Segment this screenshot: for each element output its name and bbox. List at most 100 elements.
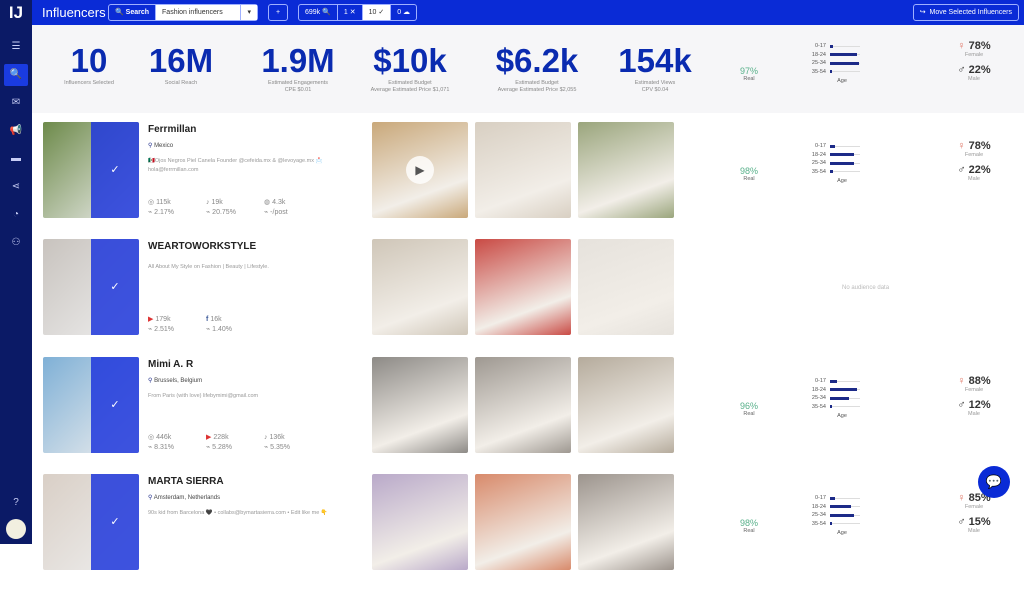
pie-chart-icon[interactable]: ◔ (4, 204, 28, 226)
age-label: 25-34 (811, 60, 826, 67)
age-bar-track (830, 505, 860, 509)
age-row: 18-24 (802, 51, 872, 60)
age-label: 25-34 (811, 160, 826, 167)
age-bar-fill (830, 405, 832, 409)
influencer-row[interactable]: ✓ WEARTOWORKSTYLE All About My Style on Fa… (32, 237, 1024, 354)
selected-count[interactable]: 10 ✓ (362, 5, 392, 20)
post-thumbnail[interactable] (578, 122, 674, 218)
tiktok-icon[interactable]: ♪ (206, 199, 210, 206)
social-metrics: ◎ 446k ⌁ 8.31% ▶ 228k ⌁ 5.28% ♪ 136k ⌁ 5.35% (148, 433, 322, 453)
excluded-count[interactable]: 1 ✕ (338, 5, 363, 20)
summary-panel: 10 Influencers Selected 16M Social Reach 1.9… (32, 25, 1024, 113)
influencer-avatar[interactable]: ✓ (43, 357, 139, 453)
age-label: 0-17 (814, 43, 826, 50)
post-thumbnail[interactable] (578, 239, 674, 335)
cards-icon[interactable]: ▬ (4, 148, 28, 170)
users-icon[interactable]: ⚇ (4, 232, 28, 254)
counters: 699k 🔍 1 ✕ 10 ✓ 0 ☁ (298, 4, 418, 21)
plus-icon: + (275, 9, 281, 16)
metric-engagement: ⌁ 2.51% (148, 325, 206, 335)
tiktok-icon[interactable]: ♪ (264, 434, 268, 441)
influencer-name[interactable]: Ferrmillan (148, 124, 196, 135)
share-icon[interactable]: ⋖ (4, 176, 28, 198)
play-icon[interactable]: ▶ (406, 156, 434, 184)
post-thumbnail[interactable] (475, 122, 571, 218)
age-row: 25-34 (802, 159, 872, 168)
influencer-avatar[interactable]: ✓ (43, 122, 139, 218)
metric-followers: ▶ 179k (148, 315, 206, 325)
gender-split: ♀ 85% Female ♂ 15% Male (944, 492, 1004, 540)
web-icon[interactable]: ◍ (264, 199, 270, 206)
age-bar-fill (830, 505, 851, 509)
post-thumbnail[interactable] (475, 474, 571, 570)
age-label: 35-54 (811, 520, 826, 527)
search-input[interactable]: Fashion influencers (156, 5, 242, 20)
real-value: 97% (739, 66, 758, 76)
stat-label: Estimated Views (634, 80, 676, 86)
selected-check-icon[interactable]: ✓ (91, 239, 139, 335)
influencer-row[interactable]: ✓ MARTA SIERRA ⚲ Amsterdam, Netherlands 90s… (32, 472, 1024, 589)
age-bar-fill (830, 61, 859, 65)
search-button[interactable]: 🔍 Search (109, 5, 157, 20)
post-thumbnail[interactable] (578, 357, 674, 453)
chat-button[interactable]: 💬 (978, 466, 1010, 498)
female-label: Female (964, 52, 984, 58)
help-icon[interactable]: ? (4, 492, 28, 514)
influencer-location: ⚲ Amsterdam, Netherlands (148, 494, 220, 501)
age-bar-fill (830, 388, 857, 392)
megaphone-icon[interactable]: 📢 (4, 120, 28, 142)
selected-check-icon[interactable]: ✓ (91, 122, 139, 218)
influencer-avatar[interactable]: ✓ (43, 239, 139, 335)
influencer-avatar[interactable]: ✓ (43, 474, 139, 570)
inbox-icon[interactable]: ✉ (4, 92, 28, 114)
selected-check-icon[interactable]: ✓ (91, 357, 139, 453)
age-label: 18-24 (811, 151, 826, 158)
facebook-icon[interactable]: f (206, 316, 208, 323)
found-count[interactable]: 699k 🔍 (299, 5, 338, 20)
age-bar-fill (830, 44, 833, 48)
age-bar-fill (830, 144, 835, 148)
female-label: Female (964, 504, 984, 510)
location-text: Mexico (154, 143, 174, 149)
chevron-down-icon[interactable]: ▾ (241, 5, 257, 20)
real-value: 96% (739, 401, 758, 411)
age-bar-fill (830, 379, 838, 383)
age-bar-fill (830, 522, 833, 526)
add-button[interactable]: + (268, 4, 288, 21)
user-avatar[interactable] (6, 519, 26, 539)
engagement-rate: 1.40% (212, 326, 233, 333)
instagram-icon[interactable]: ◎ (148, 434, 154, 441)
followers-value: 446k (156, 434, 172, 441)
female-percent: 78% (968, 40, 991, 52)
post-thumbnail[interactable] (372, 357, 468, 453)
engagement-rate: 8.31% (154, 444, 175, 451)
post-thumbnail[interactable]: ▶ (372, 122, 468, 218)
male-label: Male (968, 528, 980, 534)
age-distribution: 0-17 18-24 25-34 35-54 Age (802, 42, 872, 84)
real-label: Real (743, 76, 755, 82)
post-thumbnail[interactable] (372, 474, 468, 570)
followers-value: 19k (211, 199, 223, 206)
youtube-icon[interactable]: ▶ (148, 316, 153, 323)
move-selected-button[interactable]: ↪ Move Selected Influencers (912, 4, 1019, 21)
post-thumbnail[interactable] (372, 239, 468, 335)
age-bar-track (830, 396, 860, 400)
influencer-name[interactable]: MARTA SIERRA (148, 476, 224, 487)
influencer-row[interactable]: ✓ Ferrmillan ⚲ Mexico 🇲🇽Ojos Negros Piel Ca… (32, 120, 1024, 237)
saved-count[interactable]: 0 ☁ (391, 5, 416, 20)
followers-value: 179k (155, 316, 171, 323)
app-logo[interactable]: IJ (0, 0, 32, 25)
instagram-icon[interactable]: ◎ (148, 199, 154, 206)
youtube-icon[interactable]: ▶ (206, 434, 211, 441)
age-label: 35-54 (811, 403, 826, 410)
social-metric: ◍ 4.3k ⌁ -/post (264, 198, 322, 218)
influencer-name[interactable]: WEARTOWORKSTYLE (148, 241, 256, 252)
influencer-name[interactable]: Mimi A. R (148, 359, 193, 370)
real-percentage: 98% Real (729, 166, 769, 182)
post-thumbnail[interactable] (475, 239, 571, 335)
selected-check-icon[interactable]: ✓ (91, 474, 139, 570)
age-row: 35-54 (802, 520, 872, 529)
influencer-row[interactable]: ✓ Mimi A. R ⚲ Brussels, Belgium From Paris … (32, 355, 1024, 472)
post-thumbnail[interactable] (475, 357, 571, 453)
post-thumbnail[interactable] (578, 474, 674, 570)
